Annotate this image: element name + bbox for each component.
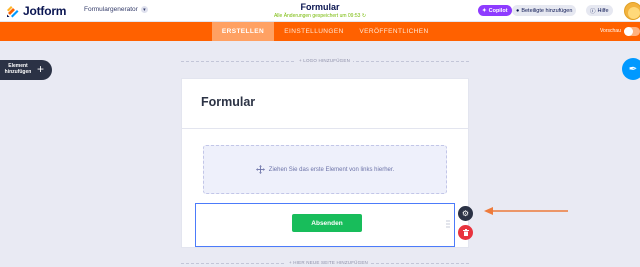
save-status-text: Alle Änderungen gespeichert um 09:53	[273, 13, 361, 19]
form-heading[interactable]: Formular	[201, 95, 255, 109]
add-logo-link[interactable]: + LOGO HINZUFÜGEN	[296, 58, 354, 63]
move-icon	[255, 165, 265, 174]
help-icon: ⓘ	[590, 8, 596, 15]
form-title[interactable]: Formular	[270, 2, 370, 12]
add-element-label: Element hinzufügen	[4, 63, 32, 75]
add-collaborators-label: Beteiligte hinzufügen	[521, 7, 573, 14]
copilot-icon: ✦	[482, 7, 487, 14]
save-status: Alle Änderungen gespeichert um 09:53 ↻	[240, 13, 400, 19]
delete-field-button[interactable]	[458, 225, 473, 240]
refresh-icon: ↻	[361, 13, 367, 19]
jotform-logo-icon	[7, 6, 19, 18]
submit-button[interactable]: Absenden	[292, 214, 362, 232]
drag-handle-icon[interactable]	[446, 220, 450, 228]
preview-label: Vorschau	[600, 28, 621, 34]
builder-nav: ERSTELLEN EINSTELLUNGEN VERÖFFENTLICHEN …	[0, 22, 640, 41]
logo-text: Jotform	[23, 4, 67, 18]
chevron-down-icon: ▾	[140, 6, 148, 13]
top-bar: Jotform Formulargenerator ▾ Formular All…	[0, 0, 640, 22]
plus-icon: +	[37, 62, 45, 76]
gear-icon: ⚙	[461, 209, 470, 218]
copilot-label: Copilot	[488, 7, 508, 14]
field-settings-button[interactable]: ⚙	[458, 206, 473, 221]
user-icon: ●	[516, 7, 520, 14]
preview-toggle[interactable]	[624, 27, 640, 36]
drop-zone[interactable]: Ziehen Sie das erste Element von links h…	[203, 145, 447, 194]
paint-roller-icon: ✒	[628, 63, 638, 75]
drop-zone-text: Ziehen Sie das erste Element von links h…	[268, 166, 395, 173]
form-designer-button[interactable]: ✒	[622, 58, 640, 80]
jotform-logo[interactable]: Jotform	[6, 3, 66, 19]
form-generator-menu[interactable]: Formulargenerator ▾	[84, 6, 148, 13]
copilot-button[interactable]: ✦ Copilot	[478, 5, 512, 16]
tab-publish[interactable]: VERÖFFENTLICHEN	[354, 22, 434, 41]
card-divider	[181, 128, 469, 129]
add-element-button[interactable]: Element hinzufügen +	[0, 60, 52, 80]
form-generator-label: Formulargenerator	[84, 6, 138, 13]
tab-settings[interactable]: EINSTELLUNGEN	[276, 22, 352, 41]
avatar[interactable]	[624, 2, 640, 20]
avatar-face	[628, 7, 640, 19]
help-button[interactable]: ⓘ Hilfe	[586, 5, 613, 16]
preview-toggle-knob	[624, 27, 633, 36]
arrow-left-icon	[484, 207, 568, 215]
tab-create[interactable]: ERSTELLEN	[212, 22, 274, 41]
add-collaborators-button[interactable]: ● Beteiligte hinzufügen	[512, 5, 577, 16]
help-label: Hilfe	[597, 7, 609, 14]
add-page-link[interactable]: + HIER NEUE SEITE HINZUFÜGEN	[286, 260, 371, 265]
trash-icon	[462, 229, 469, 236]
